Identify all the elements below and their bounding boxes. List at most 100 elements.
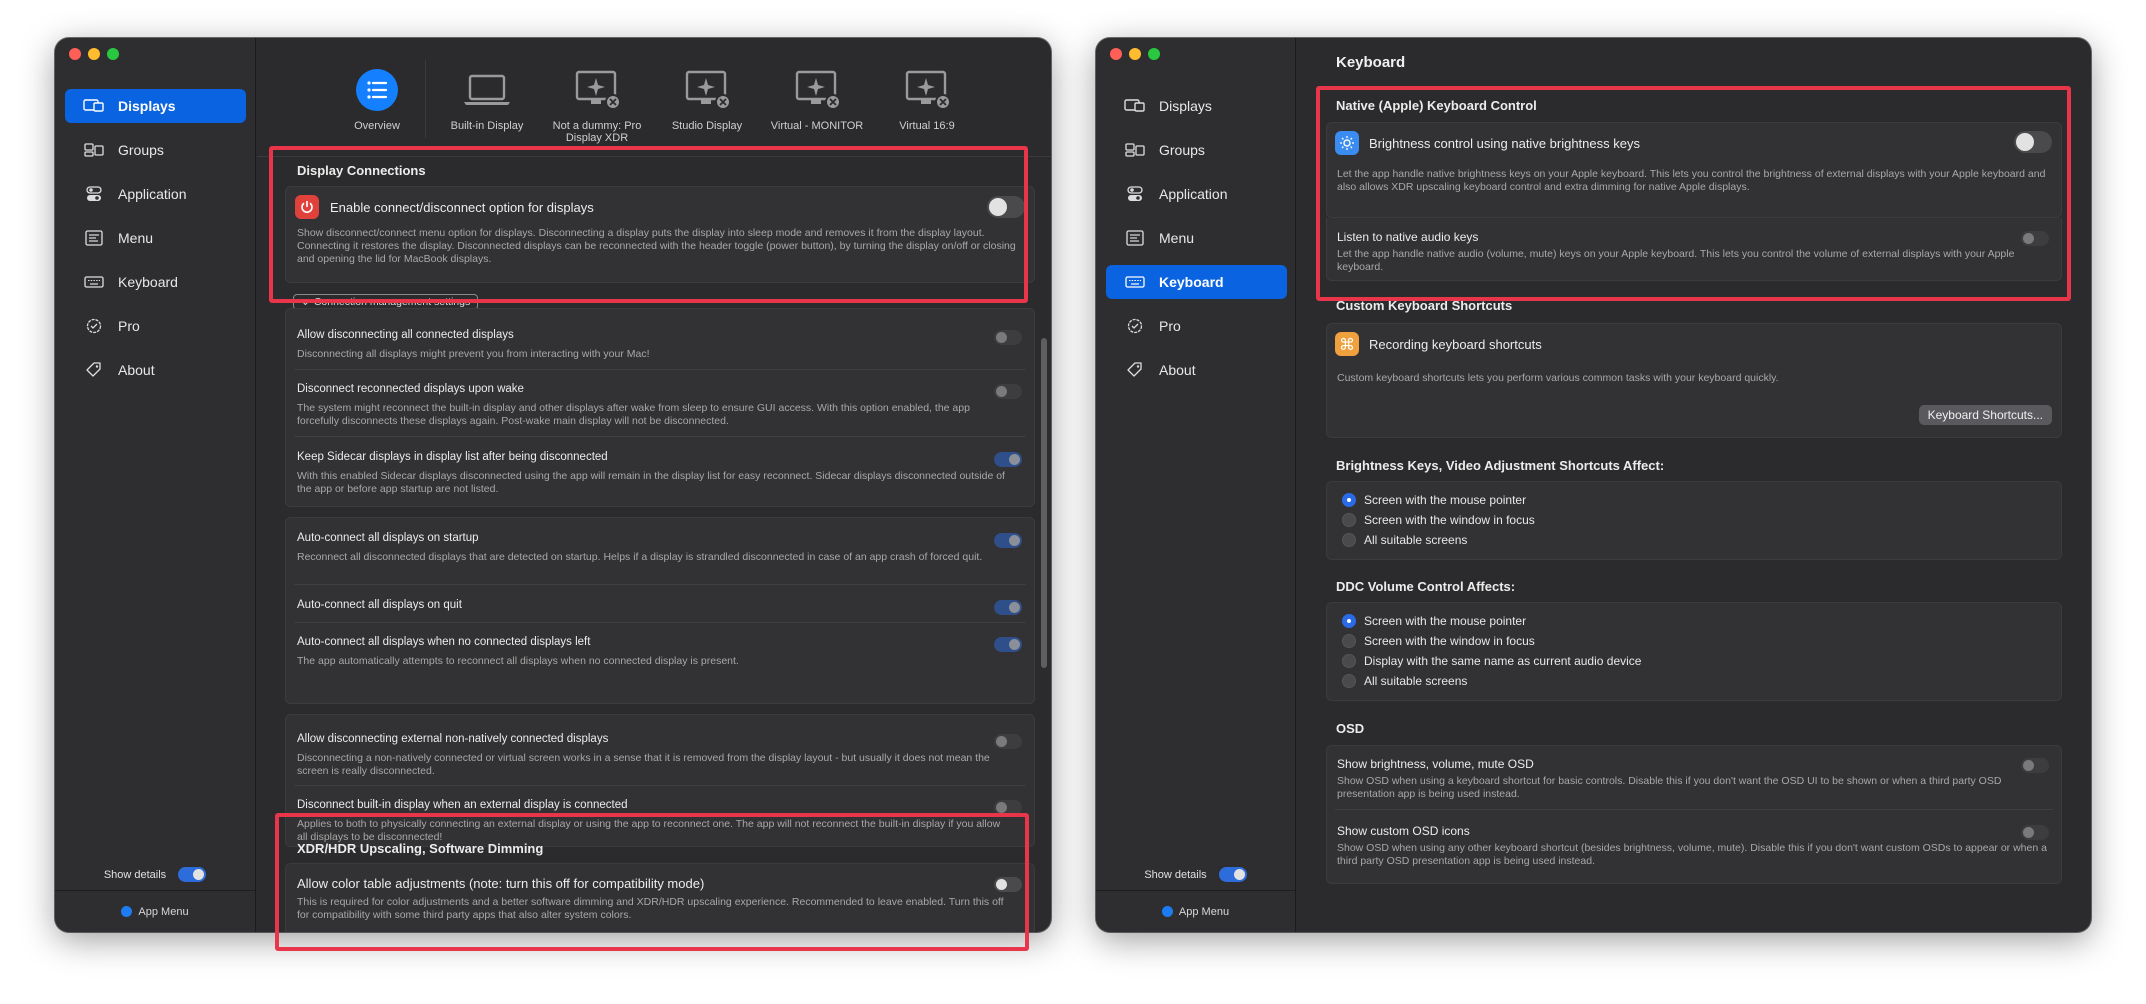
app-menu-label: App Menu: [138, 905, 189, 918]
radio-label: Screen with the mouse pointer: [1364, 493, 1527, 507]
osd-custom-description: Show OSD when using any other keyboard s…: [1337, 842, 2047, 867]
setting-toggle[interactable]: [994, 384, 1022, 399]
virtual-display-icon: [681, 68, 733, 112]
sidebar-item-about[interactable]: About: [65, 353, 246, 387]
display-tab-virtual-monitor[interactable]: Virtual - MONITOR: [762, 38, 872, 150]
sidebar-item-menu[interactable]: Menu: [65, 221, 246, 255]
radio-button[interactable]: [1342, 674, 1356, 688]
show-details-toggle[interactable]: [1218, 867, 1247, 882]
display-tab-pro-display-xdr[interactable]: Not a dummy: Pro Display XDR: [542, 38, 652, 150]
virtual-display-icon: [571, 68, 623, 112]
sidebar-item-menu[interactable]: Menu: [1106, 221, 1287, 255]
laptop-icon: [461, 68, 513, 112]
sidebar-nav: Displays Groups Application Menu Keyboar…: [1106, 89, 1287, 397]
app-menu-footer[interactable]: App Menu: [55, 890, 255, 932]
ddc-volume-radio-group: Screen with the mouse pointer Screen wit…: [1326, 602, 2062, 701]
radio-option[interactable]: Screen with the mouse pointer: [1342, 611, 2061, 631]
ddc-volume-title: DDC Volume Control Affects:: [1336, 579, 1516, 594]
display-tab-studio-display[interactable]: Studio Display: [652, 38, 762, 150]
osd-show-description: Show OSD when using a keyboard shortcut …: [1337, 775, 2002, 800]
command-key-icon: ⌘: [1335, 332, 1359, 356]
tag-icon: [1124, 362, 1146, 378]
osd-show-toggle[interactable]: [2021, 758, 2049, 773]
setting-title: Disconnect reconnected displays upon wak…: [297, 383, 524, 395]
radio-option[interactable]: Screen with the window in focus: [1342, 631, 2061, 651]
scrollbar[interactable]: [1041, 338, 1047, 668]
display-tab-label: Studio Display: [671, 120, 743, 132]
app-menu-icon: [1161, 906, 1173, 917]
sidebar-item-label: Keyboard: [1159, 274, 1224, 290]
sidebar-item-displays[interactable]: Displays: [1106, 89, 1287, 123]
display-toolbar: Overview Built-in Display Not a dummy: P…: [257, 38, 1051, 150]
close-window-button[interactable]: [1110, 48, 1122, 60]
sidebar-item-keyboard[interactable]: Keyboard: [1106, 265, 1287, 299]
radio-button[interactable]: [1342, 614, 1356, 628]
app-menu-footer[interactable]: App Menu: [1096, 890, 1295, 932]
radio-button[interactable]: [1342, 533, 1356, 547]
sidebar-item-application[interactable]: Application: [1106, 177, 1287, 211]
sidebar-item-label: Application: [1159, 186, 1228, 202]
setting-toggle[interactable]: [994, 600, 1022, 615]
setting-description: The system might reconnect the built-in …: [297, 402, 970, 427]
setting-title: Auto-connect all displays on startup: [297, 532, 479, 544]
zoom-window-button[interactable]: [1148, 48, 1160, 60]
radio-button[interactable]: [1342, 654, 1356, 668]
osd-title: OSD: [1336, 721, 1365, 736]
osd-show-label: Show brightness, volume, mute OSD: [1337, 757, 1534, 771]
zoom-window-button[interactable]: [107, 48, 119, 60]
sidebar-item-groups[interactable]: Groups: [1106, 133, 1287, 167]
radio-option[interactable]: Screen with the window in focus: [1342, 510, 2061, 530]
sidebar-item-keyboard[interactable]: Keyboard: [65, 265, 246, 299]
row-separator: [294, 369, 1026, 370]
minimize-window-button[interactable]: [1129, 48, 1141, 60]
show-details-label: Show details: [1144, 868, 1207, 881]
sidebar-item-displays[interactable]: Displays: [65, 89, 246, 123]
radio-option[interactable]: All suitable screens: [1342, 530, 2061, 550]
display-tab-built-in[interactable]: Built-in Display: [432, 38, 542, 150]
recording-shortcuts-label: Recording keyboard shortcuts: [1369, 337, 1542, 352]
setting-toggle[interactable]: [994, 452, 1022, 467]
sidebar-item-label: Application: [118, 186, 187, 202]
setting-toggle[interactable]: [994, 734, 1022, 749]
sidebar-item-pro[interactable]: Pro: [1106, 309, 1287, 343]
radio-button[interactable]: [1342, 634, 1356, 648]
sidebar-item-about[interactable]: About: [1106, 353, 1287, 387]
app-menu-icon: [121, 906, 133, 917]
osd-custom-label: Show custom OSD icons: [1337, 824, 1470, 838]
window-controls: [69, 48, 119, 60]
setting-description: Reconnect all disconnected displays that…: [297, 551, 983, 563]
radio-button[interactable]: [1342, 493, 1356, 507]
page-title: Keyboard: [1336, 54, 1406, 71]
show-details-toggle[interactable]: [178, 867, 207, 882]
setting-toggle[interactable]: [994, 637, 1022, 652]
keyboard-shortcuts-button[interactable]: Keyboard Shortcuts...: [1918, 405, 2052, 425]
pro-badge-icon: [1124, 318, 1146, 334]
displays-icon: [83, 98, 105, 114]
show-details-label: Show details: [103, 868, 167, 881]
sidebar-item-label: Menu: [118, 230, 154, 246]
setting-description: Disconnecting all displays might prevent…: [297, 348, 650, 360]
keyboard-icon: [83, 274, 105, 290]
setting-title: Auto-connect all displays on quit: [297, 599, 462, 611]
osd-custom-toggle[interactable]: [2021, 825, 2049, 840]
radio-option[interactable]: Display with the same name as current au…: [1342, 651, 2061, 671]
groups-icon: [83, 142, 105, 158]
display-tab-virtual-16-9[interactable]: Virtual 16:9: [872, 38, 982, 150]
radio-label: Display with the same name as current au…: [1364, 654, 1642, 668]
sidebar-item-groups[interactable]: Groups: [65, 133, 246, 167]
radio-label: Screen with the window in focus: [1364, 513, 1535, 527]
minimize-window-button[interactable]: [88, 48, 100, 60]
radio-option[interactable]: Screen with the mouse pointer: [1342, 490, 2061, 510]
sidebar-item-application[interactable]: Application: [65, 177, 246, 211]
display-tab-overview[interactable]: Overview: [335, 38, 419, 150]
setting-title: Allow disconnecting external non-nativel…: [297, 733, 609, 745]
sidebar-item-pro[interactable]: Pro: [65, 309, 246, 343]
sidebar-item-label: About: [1159, 362, 1196, 378]
setting-toggle[interactable]: [994, 330, 1022, 345]
display-tab-label: Not a dummy: Pro Display XDR: [552, 120, 642, 144]
setting-toggle[interactable]: [994, 533, 1022, 548]
radio-button[interactable]: [1342, 513, 1356, 527]
close-window-button[interactable]: [69, 48, 81, 60]
radio-option[interactable]: All suitable screens: [1342, 671, 2061, 691]
show-details-row: Show details: [55, 867, 255, 882]
